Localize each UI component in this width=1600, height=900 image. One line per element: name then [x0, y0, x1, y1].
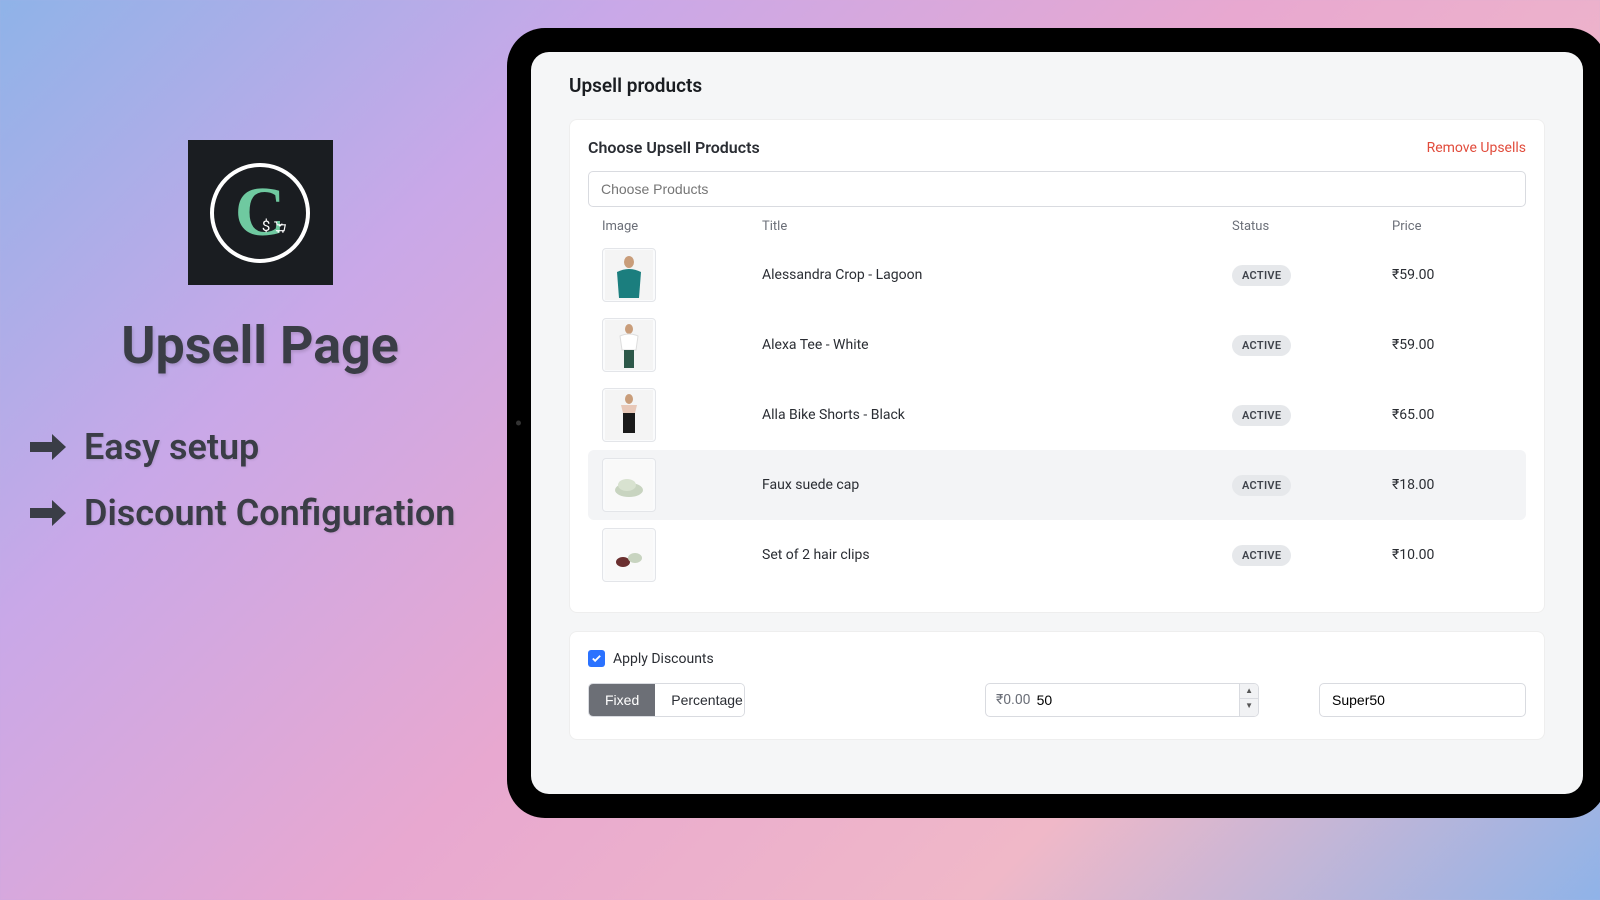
- promo-bullet-label: Discount Configuration: [84, 492, 455, 534]
- table-row[interactable]: Alla Bike Shorts - Black ACTIVE ₹65.00: [588, 380, 1526, 450]
- currency-prefix: ₹0.00: [986, 684, 1037, 716]
- product-price: ₹18.00: [1392, 477, 1512, 493]
- amount-stepper[interactable]: ▲ ▼: [1239, 684, 1258, 716]
- card-title: Choose Upsell Products: [588, 138, 760, 157]
- promo-bullet: Easy setup: [30, 426, 490, 468]
- product-thumb: [602, 458, 656, 512]
- col-status: Status: [1232, 219, 1392, 234]
- col-image: Image: [602, 219, 762, 234]
- products-table: Image Title Status Price Alessandra Crop…: [588, 213, 1526, 590]
- product-price: ₹10.00: [1392, 547, 1512, 563]
- app-screen: Upsell products Choose Upsell Products R…: [531, 52, 1583, 794]
- table-header: Image Title Status Price: [588, 213, 1526, 240]
- table-row[interactable]: Faux suede cap ACTIVE ₹18.00: [588, 450, 1526, 520]
- status-badge: ACTIVE: [1232, 545, 1291, 566]
- remove-upsells-button[interactable]: Remove Upsells: [1427, 140, 1526, 156]
- product-title: Alla Bike Shorts - Black: [762, 407, 1232, 423]
- product-thumb: [602, 318, 656, 372]
- product-title: Alessandra Crop - Lagoon: [762, 267, 1232, 283]
- percentage-button[interactable]: Percentage: [655, 684, 745, 716]
- product-thumb: [602, 248, 656, 302]
- product-price: ₹59.00: [1392, 337, 1512, 353]
- product-title: Set of 2 hair clips: [762, 547, 1232, 563]
- product-thumb: [602, 528, 656, 582]
- promo-bullet: Discount Configuration: [30, 492, 490, 534]
- status-badge: ACTIVE: [1232, 335, 1291, 356]
- status-badge: ACTIVE: [1232, 405, 1291, 426]
- table-row[interactable]: Set of 2 hair clips ACTIVE ₹10.00: [588, 520, 1526, 590]
- table-row[interactable]: Alexa Tee - White ACTIVE ₹59.00: [588, 310, 1526, 380]
- apply-discounts-label: Apply Discounts: [613, 651, 714, 667]
- arrow-icon: [30, 500, 66, 526]
- stepper-up-icon[interactable]: ▲: [1240, 684, 1258, 699]
- arrow-icon: [30, 434, 66, 460]
- promo-bullet-label: Easy setup: [84, 426, 259, 468]
- discount-amount-field[interactable]: ₹0.00 ▲ ▼: [985, 683, 1259, 717]
- page-title: Upsell products: [569, 74, 1545, 97]
- discount-amount-input[interactable]: [1037, 684, 1240, 716]
- col-price: Price: [1392, 219, 1512, 234]
- stepper-down-icon[interactable]: ▼: [1240, 699, 1258, 713]
- upsell-products-card: Choose Upsell Products Remove Upsells Im…: [569, 119, 1545, 613]
- discount-type-segment: Fixed Percentage: [588, 683, 745, 717]
- product-title: Faux suede cap: [762, 477, 1232, 493]
- promo-title: Upsell Page: [30, 315, 490, 376]
- promo-bullets: Easy setup Discount Configuration: [30, 426, 490, 534]
- tablet-frame: Upsell products Choose Upsell Products R…: [507, 28, 1600, 818]
- promo-panel: C $ Upsell Page Easy setup Discount Conf…: [30, 140, 490, 558]
- choose-products-input[interactable]: [588, 171, 1526, 207]
- fixed-button[interactable]: Fixed: [589, 684, 655, 716]
- product-price: ₹59.00: [1392, 267, 1512, 283]
- discount-code-input[interactable]: [1319, 683, 1526, 717]
- app-logo: C $: [188, 140, 333, 285]
- discount-card: Apply Discounts Fixed Percentage ₹0.00 ▲…: [569, 631, 1545, 740]
- status-badge: ACTIVE: [1232, 265, 1291, 286]
- table-row[interactable]: Alessandra Crop - Lagoon ACTIVE ₹59.00: [588, 240, 1526, 310]
- product-title: Alexa Tee - White: [762, 337, 1232, 353]
- col-title: Title: [762, 219, 1232, 234]
- product-price: ₹65.00: [1392, 407, 1512, 423]
- status-badge: ACTIVE: [1232, 475, 1291, 496]
- apply-discounts-checkbox[interactable]: [588, 650, 605, 667]
- product-thumb: [602, 388, 656, 442]
